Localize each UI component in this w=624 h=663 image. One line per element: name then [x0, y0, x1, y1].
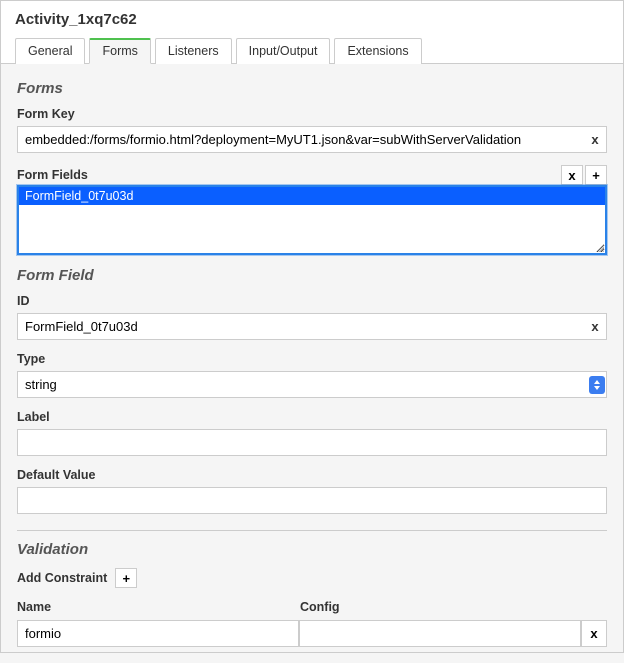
section-forms-title: Forms	[17, 80, 607, 97]
form-fields-remove-button[interactable]: x	[561, 165, 583, 185]
tab-listeners[interactable]: Listeners	[155, 38, 232, 64]
divider	[17, 530, 607, 531]
add-constraint-button[interactable]: +	[115, 568, 137, 588]
form-key-label: Form Key	[17, 107, 607, 121]
constraint-config-input[interactable]	[299, 620, 581, 647]
section-validation-title: Validation	[17, 541, 607, 558]
tab-extensions[interactable]: Extensions	[334, 38, 421, 64]
form-key-clear-button[interactable]: x	[583, 126, 607, 153]
default-value-label: Default Value	[17, 468, 607, 482]
field-default-value: Default Value	[17, 468, 607, 514]
properties-panel: Activity_1xq7c62 General Forms Listeners…	[0, 0, 624, 653]
field-label: Label	[17, 410, 607, 456]
type-select[interactable]: string	[17, 371, 607, 398]
label-input[interactable]	[17, 429, 607, 456]
form-key-input[interactable]	[17, 126, 607, 153]
id-clear-button[interactable]: x	[583, 313, 607, 340]
tab-input-output[interactable]: Input/Output	[236, 38, 331, 64]
field-form-fields: Form Fields x + FormField_0t7u03d	[17, 165, 607, 255]
form-fields-label: Form Fields	[17, 168, 561, 182]
id-label: ID	[17, 294, 607, 308]
tab-general[interactable]: General	[15, 38, 85, 64]
form-fields-add-button[interactable]: +	[585, 165, 607, 185]
constraint-col-config: Config	[300, 600, 583, 614]
field-type: Type string	[17, 352, 607, 398]
field-form-key: Form Key x	[17, 107, 607, 153]
constraint-col-name: Name	[17, 600, 300, 614]
tabs: General Forms Listeners Input/Output Ext…	[1, 37, 623, 64]
type-label: Type	[17, 352, 607, 366]
constraint-row: x	[17, 620, 607, 647]
resize-handle-icon[interactable]	[594, 242, 604, 252]
add-constraint-row: Add Constraint +	[17, 568, 607, 588]
constraint-remove-button[interactable]: x	[581, 620, 607, 647]
section-form-field-title: Form Field	[17, 267, 607, 284]
panel-title: Activity_1xq7c62	[1, 1, 623, 37]
form-fields-list[interactable]: FormField_0t7u03d	[17, 185, 607, 255]
form-fields-item[interactable]: FormField_0t7u03d	[19, 187, 605, 205]
id-input[interactable]	[17, 313, 607, 340]
tab-forms[interactable]: Forms	[89, 38, 150, 64]
constraint-table: Name Config x	[17, 600, 607, 647]
field-id: ID x	[17, 294, 607, 340]
constraint-name-input[interactable]	[17, 620, 299, 647]
default-value-input[interactable]	[17, 487, 607, 514]
label-label: Label	[17, 410, 607, 424]
tab-content: Forms Form Key x Form Fields x + FormFie…	[1, 64, 623, 663]
add-constraint-label: Add Constraint	[17, 571, 107, 585]
